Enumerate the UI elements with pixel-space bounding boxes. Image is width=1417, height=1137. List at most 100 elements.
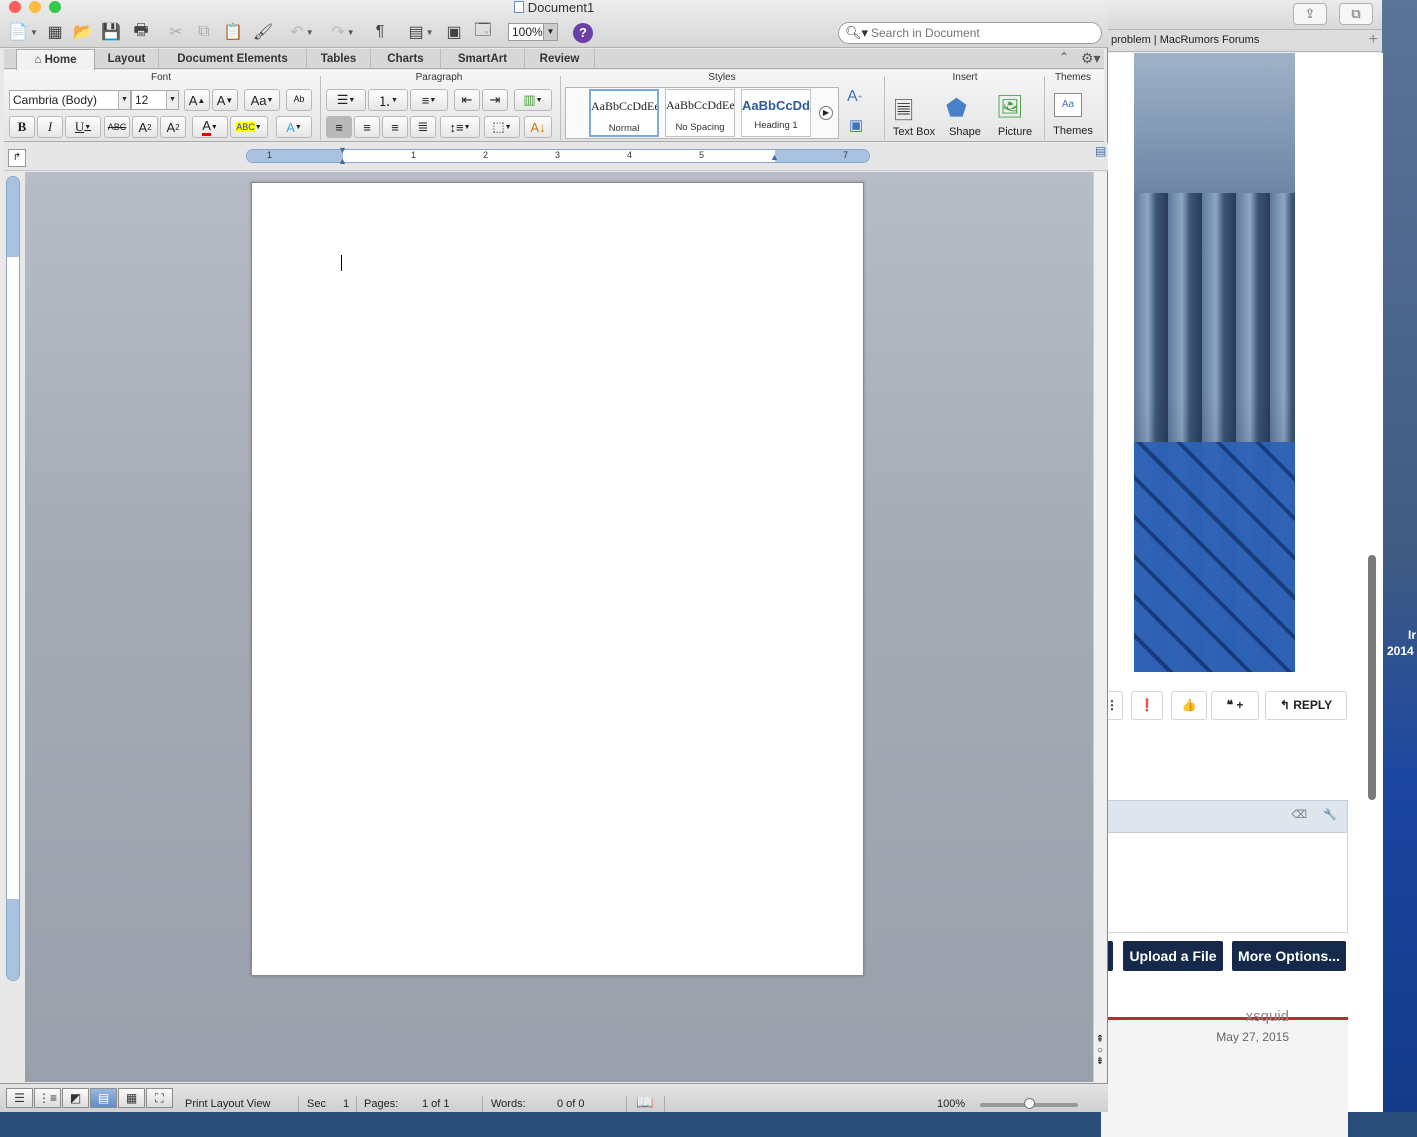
italic-button[interactable]: I <box>37 116 63 138</box>
copy-icon[interactable]: ⧉ <box>193 20 215 44</box>
search-icon[interactable]: 🔍︎▾ <box>845 25 868 41</box>
change-case-button[interactable]: Aa ▼ <box>244 89 280 111</box>
help-button[interactable]: ? <box>573 23 593 43</box>
horizontal-ruler[interactable]: 1 1 2 3 4 5 7 ▼ ▲ ▲ <box>246 145 870 166</box>
borders-button[interactable]: ⬚ ▼ <box>484 116 520 138</box>
text-effects-button[interactable]: A ▼ <box>276 116 312 138</box>
vertical-ruler[interactable] <box>6 176 20 981</box>
tabs-overview-button[interactable]: ⧉ <box>1339 3 1373 25</box>
cut-icon[interactable]: ✂ <box>165 20 187 44</box>
paste-icon[interactable]: 📋 <box>222 20 244 44</box>
publishing-view-button[interactable]: ◩ <box>62 1088 89 1108</box>
justify-button[interactable]: ≣ <box>410 116 436 138</box>
picture-button[interactable]: Picture <box>992 126 1038 138</box>
upload-file-button[interactable]: Upload a File <box>1123 941 1223 971</box>
open-icon[interactable]: 📂 <box>72 20 94 44</box>
tab-layout[interactable]: Layout <box>95 49 159 69</box>
undo-icon[interactable]: ↶ ▼ <box>285 20 319 44</box>
browse-object-icon[interactable]: ○ <box>1094 1045 1106 1056</box>
style-no-spacing[interactable]: AaBbCcDdEe No Spacing <box>665 89 735 137</box>
shrink-font-button[interactable]: A ▼ <box>212 89 238 111</box>
styles-next-icon[interactable]: ▶ <box>819 106 833 120</box>
eraser-icon[interactable]: ⌫ <box>1291 808 1307 821</box>
align-center-button[interactable]: ≡ <box>354 116 380 138</box>
left-indent-marker[interactable]: ▲ <box>338 156 347 166</box>
font-name-select[interactable]: Cambria (Body) ▼ <box>9 90 131 110</box>
show-formatting-icon[interactable]: ¶ <box>370 20 390 44</box>
align-left-button[interactable]: ≡ <box>326 116 352 138</box>
search-box[interactable]: 🔍︎▾ <box>838 22 1102 44</box>
tab-charts[interactable]: Charts <box>371 49 441 69</box>
font-color-button[interactable]: A ▼ <box>192 116 228 138</box>
tab-selector[interactable]: ↱ <box>8 149 26 167</box>
tab-tables[interactable]: Tables <box>307 49 371 69</box>
underline-button[interactable]: U ▼ <box>65 116 101 138</box>
clear-formatting-button[interactable]: ᴬᵇ <box>286 89 312 111</box>
tab-document-elements[interactable]: Document Elements <box>159 49 307 69</box>
font-size-select[interactable]: 12 ▼ <box>131 90 179 110</box>
format-painter-icon[interactable]: 🖌 <box>252 20 274 44</box>
increase-indent-button[interactable]: ⇥ <box>482 89 508 111</box>
document-page[interactable] <box>251 182 864 976</box>
document-scrollbar[interactable] <box>1093 172 1107 1082</box>
tab-smartart[interactable]: SmartArt <box>441 49 525 69</box>
superscript-button[interactable]: A2 <box>132 116 158 138</box>
search-input[interactable] <box>871 25 1091 41</box>
first-line-indent-marker[interactable]: ▼ <box>338 145 347 155</box>
notebook-view-button[interactable]: ▦ <box>118 1088 145 1108</box>
decrease-indent-button[interactable]: ⇤ <box>454 89 480 111</box>
manage-styles-icon[interactable]: ▣ <box>849 116 863 134</box>
shape-button[interactable]: Shape <box>942 126 988 138</box>
zoom-slider-thumb[interactable] <box>1024 1098 1035 1109</box>
reply-button[interactable]: ↰ REPLY <box>1265 691 1347 720</box>
ribbon-collapse-icon[interactable]: ⌃ <box>1059 50 1069 64</box>
tab-review[interactable]: Review <box>525 49 595 69</box>
like-button[interactable]: 👍 <box>1171 691 1207 720</box>
bullets-button[interactable]: ☰ ▼ <box>326 89 366 111</box>
bold-button[interactable]: B <box>9 116 35 138</box>
next-page-icon[interactable]: ⇟ <box>1094 1056 1106 1067</box>
styles-pane-icon[interactable]: A⁺ <box>847 88 862 106</box>
subscript-button[interactable]: A2 <box>160 116 186 138</box>
quote-button[interactable]: ❝ + <box>1211 691 1259 720</box>
media-browser-icon[interactable]: 🗔 <box>472 20 494 44</box>
view-options-icon[interactable]: ▤ ▼ <box>404 20 438 44</box>
grow-font-button[interactable]: A ▲ <box>184 89 210 111</box>
print-icon[interactable]: 🖶 <box>130 20 152 44</box>
redo-icon[interactable]: ↷ ▼ <box>326 20 360 44</box>
text-box-button[interactable]: Text Box <box>890 126 938 138</box>
shape-icon[interactable]: ⬟ <box>946 94 967 123</box>
highlight-button[interactable]: ABC ▼ <box>230 116 268 138</box>
focus-view-button[interactable]: ⛶ <box>146 1088 173 1108</box>
line-spacing-button[interactable]: ↕≡ ▼ <box>440 116 480 138</box>
spelling-check-icon[interactable]: 📖 <box>636 1094 653 1111</box>
zoom-select[interactable]: 100% ▼ <box>508 23 558 41</box>
sort-button[interactable]: A↓ <box>524 116 552 138</box>
columns-button[interactable]: ▥ ▼ <box>514 89 552 111</box>
print-layout-view-button[interactable]: ▤ <box>90 1088 117 1108</box>
outline-view-button[interactable]: ⋮≡ <box>34 1088 61 1108</box>
previous-page-icon[interactable]: ⇞ <box>1094 1034 1106 1045</box>
post-username[interactable]: xsquid <box>1246 1008 1289 1025</box>
browser-scrollbar[interactable] <box>1368 555 1376 800</box>
sidebar-icon[interactable]: ▣ <box>443 20 465 44</box>
style-heading-1[interactable]: AaBbCcDd Heading 1 <box>741 89 811 137</box>
save-icon[interactable]: 💾 <box>100 20 122 44</box>
style-normal[interactable]: AaBbCcDdEe Normal <box>589 89 659 137</box>
align-right-button[interactable]: ≡ <box>382 116 408 138</box>
multilevel-list-button[interactable]: ≡ ▼ <box>410 89 448 111</box>
new-tab-button[interactable]: + <box>1369 31 1378 49</box>
themes-icon[interactable]: Aa <box>1054 93 1082 117</box>
right-indent-marker[interactable]: ▲ <box>770 152 779 162</box>
words-value[interactable]: 0 of 0 <box>557 1098 585 1110</box>
tab-home[interactable]: ⌂ Home <box>16 49 95 70</box>
reply-editor[interactable] <box>1101 833 1348 933</box>
numbering-button[interactable]: ⒈ ▼ <box>368 89 408 111</box>
wrench-icon[interactable]: 🔧 <box>1323 808 1337 821</box>
browser-tab-title[interactable]: problem | MacRumors Forums <box>1111 34 1259 46</box>
new-document-icon[interactable]: 📄 ▼ <box>6 20 40 44</box>
gear-icon[interactable]: ⚙▾ <box>1081 50 1101 67</box>
strikethrough-button[interactable]: ABC <box>104 116 130 138</box>
themes-button[interactable]: Themes <box>1048 125 1098 137</box>
picture-icon[interactable]: 🖼 <box>996 94 1024 120</box>
